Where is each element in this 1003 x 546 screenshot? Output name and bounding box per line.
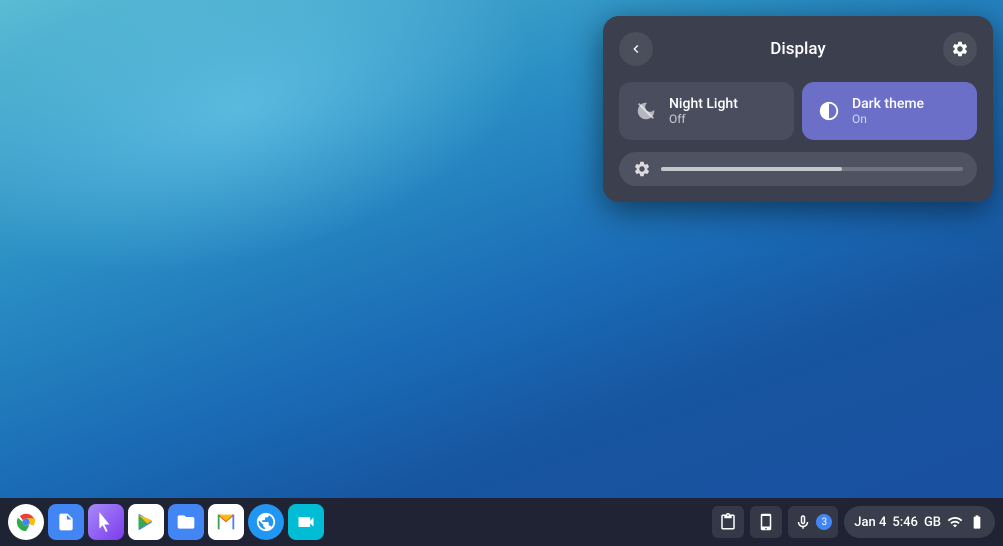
night-light-icon [635, 100, 657, 122]
taskbar: 3 Jan 4 5:46 GB [0, 498, 1003, 546]
chevron-left-icon [628, 41, 644, 57]
clipboard-button[interactable] [712, 506, 744, 538]
files-icon [176, 512, 196, 532]
wifi-icon [947, 514, 963, 530]
notification-button[interactable]: 3 [788, 506, 838, 538]
phone-button[interactable] [750, 506, 782, 538]
settings-button[interactable] [943, 32, 977, 66]
dark-theme-label: Dark theme [852, 96, 924, 112]
battery-icon [969, 514, 985, 530]
back-button[interactable] [619, 32, 653, 66]
chrome-icon [15, 511, 37, 533]
panel-title: Display [770, 39, 825, 59]
dark-theme-status: On [852, 112, 924, 126]
browser-icon [255, 511, 277, 533]
app-duo[interactable] [288, 504, 324, 540]
night-light-label: Night Light [669, 96, 738, 112]
dark-theme-text: Dark theme On [852, 96, 924, 126]
brightness-fill [661, 167, 842, 171]
dark-theme-tile[interactable]: Dark theme On [802, 82, 977, 140]
time-display: 5:46 [892, 515, 918, 530]
brightness-control[interactable] [619, 152, 977, 186]
desktop: Display Night Light [0, 0, 1003, 546]
display-tiles: Night Light Off Dark theme On [619, 82, 977, 140]
app-docs[interactable] [48, 504, 84, 540]
brightness-icon [633, 160, 651, 178]
gmail-icon [215, 511, 237, 533]
clipboard-icon [719, 513, 737, 531]
night-light-text: Night Light Off [669, 96, 738, 126]
mic-icon [794, 513, 812, 531]
play-icon [136, 512, 156, 532]
taskbar-system: 3 Jan 4 5:46 GB [712, 506, 995, 538]
taskbar-apps [8, 504, 324, 540]
app-browser[interactable] [248, 504, 284, 540]
date-display: Jan 4 [854, 515, 886, 530]
night-light-tile[interactable]: Night Light Off [619, 82, 794, 140]
brightness-track[interactable] [661, 167, 963, 171]
night-light-status: Off [669, 112, 738, 126]
phone-icon [757, 513, 775, 531]
app-cursor[interactable] [88, 504, 124, 540]
system-tray[interactable]: Jan 4 5:46 GB [844, 506, 995, 538]
docs-icon [56, 512, 76, 532]
dark-theme-icon [818, 100, 840, 122]
duo-icon [296, 512, 316, 532]
display-panel: Display Night Light [603, 16, 993, 202]
panel-header: Display [619, 32, 977, 66]
app-chrome[interactable] [8, 504, 44, 540]
network-label: GB [924, 515, 941, 530]
cursor-icon [96, 512, 116, 532]
app-files[interactable] [168, 504, 204, 540]
app-gmail[interactable] [208, 504, 244, 540]
app-play[interactable] [128, 504, 164, 540]
gear-icon [951, 40, 969, 58]
notification-badge: 3 [816, 514, 832, 530]
